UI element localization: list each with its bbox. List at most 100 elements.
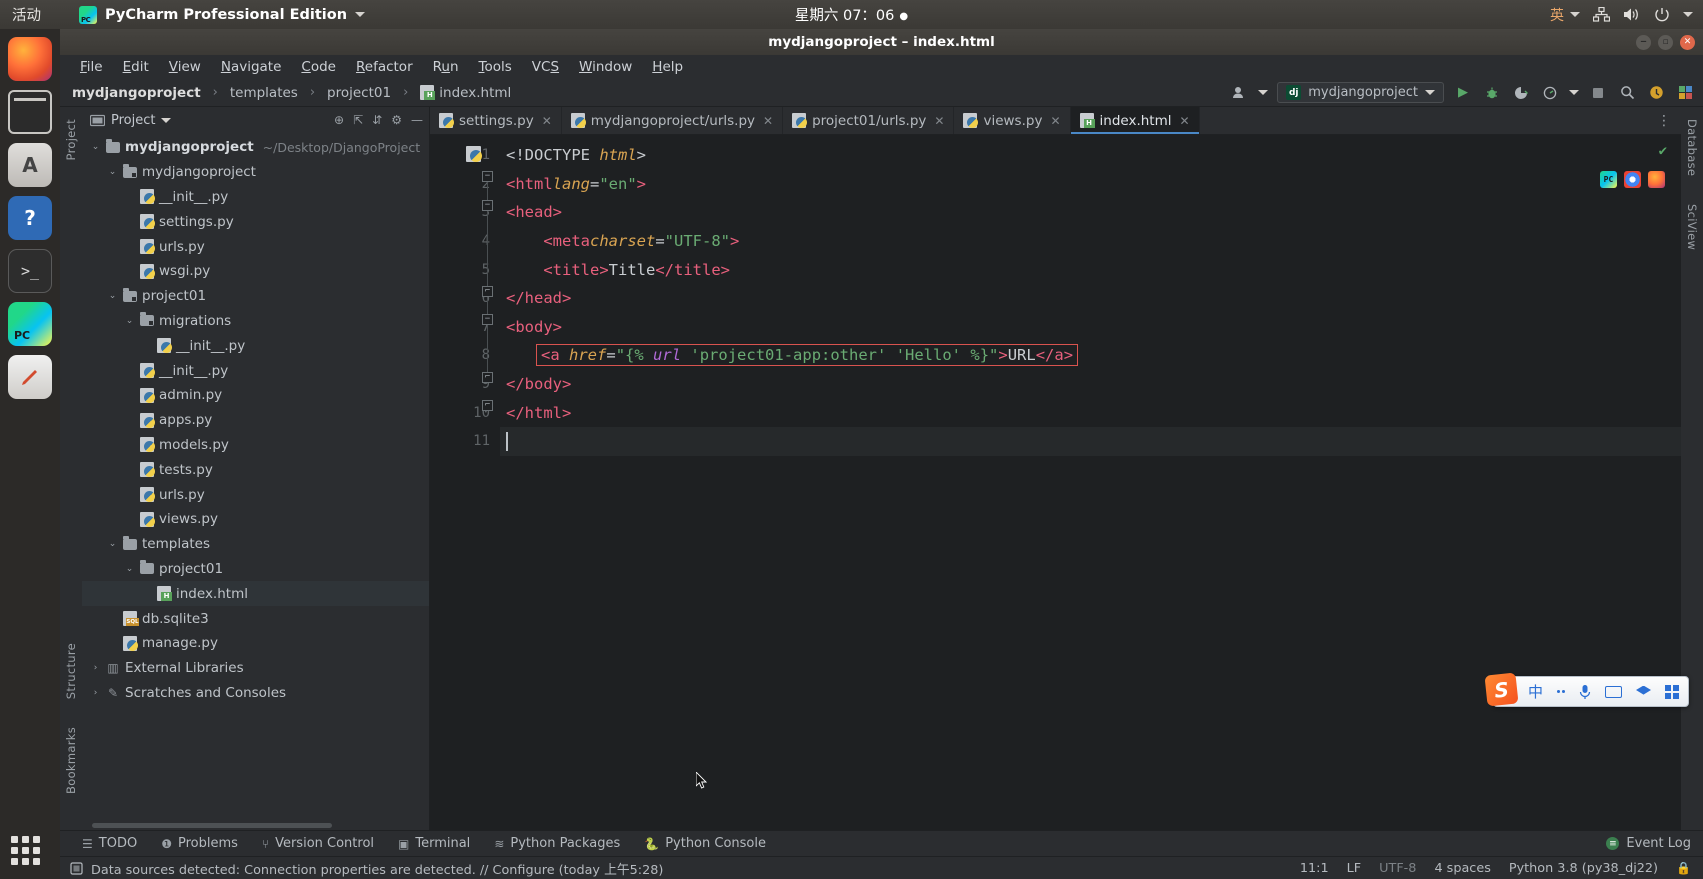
close-button[interactable]: ✕ bbox=[1680, 34, 1695, 50]
dock-item-pen[interactable] bbox=[8, 355, 52, 399]
run-icon[interactable]: ▶ bbox=[1453, 83, 1473, 103]
chevron-down-icon[interactable]: ⌄ bbox=[107, 167, 118, 177]
debug-icon[interactable] bbox=[1482, 83, 1502, 103]
punctuation-icon[interactable] bbox=[1550, 690, 1572, 693]
sogou-logo-icon[interactable]: S bbox=[1484, 672, 1519, 707]
chevron-right-icon[interactable]: › bbox=[90, 688, 101, 698]
editor-tab-options[interactable]: ⋮ bbox=[1647, 107, 1681, 134]
close-icon[interactable]: ✕ bbox=[934, 114, 944, 128]
rail-item-sciview[interactable]: SciView bbox=[1685, 198, 1699, 256]
keyboard-icon[interactable] bbox=[1598, 685, 1629, 698]
code-editor[interactable]: − − ⌐ − ⌐ ⌐ 1 2 3 4 5 6 7 8 9 10 11 <! DOCTYPE html… bbox=[430, 135, 1681, 830]
updates-icon[interactable] bbox=[1646, 83, 1666, 103]
language-indicator[interactable]: 英 bbox=[1550, 5, 1580, 25]
toolwindow-version-control[interactable]: ⑂ Version Control bbox=[250, 836, 386, 851]
rail-item-bookmarks[interactable]: Bookmarks bbox=[64, 721, 78, 800]
menu-window[interactable]: Window bbox=[569, 57, 642, 77]
menu-vcs[interactable]: VCS bbox=[522, 57, 569, 77]
plugins-icon[interactable] bbox=[1675, 83, 1695, 103]
fold-marker[interactable]: − bbox=[482, 314, 493, 325]
chevron-down-icon[interactable] bbox=[1569, 90, 1579, 95]
tree-item--init-py[interactable]: __init__.py bbox=[82, 333, 429, 358]
volume-icon[interactable] bbox=[1623, 7, 1641, 22]
app-menu[interactable]: PyCharm Professional Edition bbox=[79, 5, 366, 24]
tree-item-apps-py[interactable]: apps.py bbox=[82, 408, 429, 433]
caret-position[interactable]: 11:1 bbox=[1300, 861, 1329, 876]
breadcrumb-item-templates[interactable]: templates bbox=[230, 85, 298, 101]
tree-item-external-libraries[interactable]: › ▥ External Libraries bbox=[82, 656, 429, 681]
tree-item-mydjangoproject[interactable]: ⌄ mydjangoproject bbox=[82, 160, 429, 185]
menu-edit[interactable]: Edit bbox=[113, 57, 159, 77]
tree-item-tests-py[interactable]: tests.py bbox=[82, 457, 429, 482]
expand-icon[interactable]: ⇵ bbox=[372, 113, 382, 127]
code-content[interactable]: <! DOCTYPE html > <html lang = "en" > <head> … bbox=[500, 135, 1681, 830]
firefox-preview-icon[interactable] bbox=[1648, 171, 1665, 188]
settings-icon[interactable]: ⚙ bbox=[391, 113, 402, 127]
toolwindow-problems[interactable]: ❶ Problems bbox=[149, 836, 250, 851]
profile-icon[interactable] bbox=[1540, 83, 1560, 103]
tree-item-manage-py[interactable]: manage.py bbox=[82, 631, 429, 656]
chevron-down-icon[interactable] bbox=[161, 117, 172, 123]
tree-item-mydjangoproject[interactable]: ⌄ mydjangoproject ~/Desktop/DjangoProject bbox=[82, 135, 429, 160]
dock-item-files[interactable] bbox=[8, 90, 52, 134]
chevron-right-icon[interactable]: › bbox=[90, 663, 101, 673]
pycharm-preview-icon[interactable]: PC bbox=[1600, 171, 1617, 188]
dock-item-terminal[interactable]: >_ bbox=[8, 249, 52, 293]
breadcrumb-item-project01[interactable]: project01 bbox=[327, 85, 391, 101]
editor-tab-project01-urls-py[interactable]: project01/urls.py ✕ bbox=[783, 107, 955, 134]
hide-icon[interactable]: — bbox=[411, 113, 423, 127]
breadcrumb-item-file[interactable]: index.html bbox=[439, 85, 511, 101]
close-icon[interactable]: ✕ bbox=[1050, 114, 1060, 128]
skin-icon[interactable] bbox=[1629, 685, 1658, 698]
search-icon[interactable] bbox=[1617, 83, 1637, 103]
project-horizontal-scrollbar[interactable] bbox=[82, 820, 429, 830]
chevron-down-icon[interactable]: ⌄ bbox=[124, 564, 135, 574]
voice-icon[interactable] bbox=[1572, 684, 1598, 700]
fold-marker[interactable]: − bbox=[482, 171, 493, 182]
editor-tab-views-py[interactable]: views.py ✕ bbox=[954, 107, 1071, 134]
tree-item-models-py[interactable]: models.py bbox=[82, 433, 429, 458]
chevron-down-icon[interactable]: ⌄ bbox=[107, 539, 118, 549]
tree-item-project01[interactable]: ⌄ project01 bbox=[82, 284, 429, 309]
rail-item-database[interactable]: Database bbox=[1685, 113, 1699, 182]
toolwindow-terminal[interactable]: ▣ Terminal bbox=[386, 836, 482, 851]
tree-item-views-py[interactable]: views.py bbox=[82, 507, 429, 532]
sogou-ime-toolbar[interactable]: S 中 bbox=[1484, 672, 1689, 707]
file-encoding[interactable]: UTF-8 bbox=[1379, 861, 1416, 876]
dock-item-firefox[interactable] bbox=[8, 37, 52, 81]
menu-code[interactable]: Code bbox=[291, 57, 346, 77]
dock-item-software[interactable]: A bbox=[8, 143, 52, 187]
tree-item--init-py[interactable]: __init__.py bbox=[82, 358, 429, 383]
event-log-button[interactable]: ≡ Event Log bbox=[1606, 836, 1703, 851]
tree-item-templates[interactable]: ⌄ templates bbox=[82, 532, 429, 557]
menu-view[interactable]: View bbox=[159, 57, 211, 77]
toolwindow-python-packages[interactable]: ≋ Python Packages bbox=[482, 836, 632, 851]
tree-item-migrations[interactable]: ⌄ migrations bbox=[82, 309, 429, 334]
menu-help[interactable]: Help bbox=[642, 57, 693, 77]
statusbar-message[interactable]: Data sources detected: Connection proper… bbox=[91, 859, 663, 878]
python-interpreter[interactable]: Python 3.8 (py38_dj22) bbox=[1509, 861, 1658, 876]
tree-item-wsgi-py[interactable]: wsgi.py bbox=[82, 259, 429, 284]
network-icon[interactable] bbox=[1593, 7, 1610, 22]
chevron-down-icon[interactable]: ⌄ bbox=[90, 142, 101, 152]
dock-item-pycharm[interactable] bbox=[8, 302, 52, 346]
chevron-down-icon[interactable]: ⌄ bbox=[107, 291, 118, 301]
stop-icon[interactable] bbox=[1588, 83, 1608, 103]
minimize-button[interactable]: ‒ bbox=[1636, 34, 1651, 50]
run-configuration-selector[interactable]: dj mydjangoproject bbox=[1277, 82, 1444, 103]
close-icon[interactable]: ✕ bbox=[542, 114, 552, 128]
project-tree[interactable]: ⌄ mydjangoproject ~/Desktop/DjangoProject ⌄… bbox=[82, 133, 429, 820]
editor-tab-settings-py[interactable]: settings.py ✕ bbox=[430, 107, 562, 134]
chevron-down-icon[interactable] bbox=[1258, 90, 1269, 95]
rail-item-project[interactable]: Project bbox=[64, 113, 78, 166]
tree-item-admin-py[interactable]: admin.py bbox=[82, 383, 429, 408]
toolwindow-todo[interactable]: ☰ TODO bbox=[70, 836, 149, 851]
tree-item-scratches-and-consoles[interactable]: › ✎ Scratches and Consoles bbox=[82, 681, 429, 706]
lock-icon[interactable]: 🔒 bbox=[1676, 861, 1691, 875]
inspection-status-icon[interactable]: ✔ bbox=[1659, 143, 1667, 159]
fold-marker[interactable]: ⌐ bbox=[482, 286, 493, 297]
menu-navigate[interactable]: Navigate bbox=[211, 57, 292, 77]
editor-tab-mydjangoproject-urls-py[interactable]: mydjangoproject/urls.py ✕ bbox=[562, 107, 784, 134]
chrome-preview-icon[interactable] bbox=[1624, 171, 1641, 188]
coverage-icon[interactable] bbox=[1511, 83, 1531, 103]
